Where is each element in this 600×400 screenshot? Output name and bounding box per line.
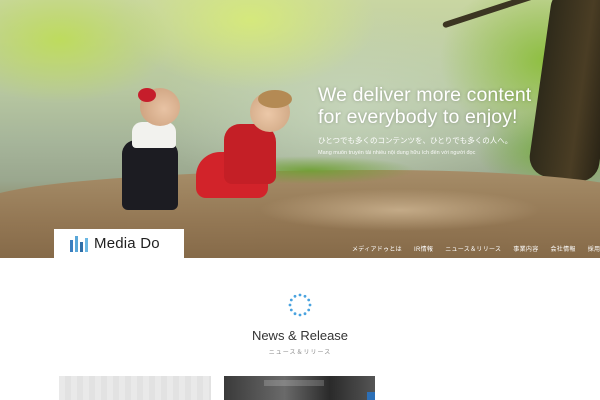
hero-subtitle-vn: Mang muốn truyền tải nhiều nội dung hữu … <box>318 150 476 156</box>
section-title: News & Release <box>251 328 349 343</box>
nav-item-company[interactable]: 会社情報 <box>551 244 576 253</box>
hero-subtitle-jp: ひとつでも多くのコンテンツを、ひとりでも多くの人へ。 <box>318 136 513 145</box>
loading-spinner-icon <box>288 293 312 317</box>
news-card-thumbnail[interactable] <box>59 376 211 400</box>
hero-text-block: We deliver more content for everybody to… <box>318 84 598 156</box>
nav-item-ir[interactable]: IR情報 <box>414 244 433 253</box>
tree-branch-decoration <box>442 0 558 29</box>
hero-banner: We deliver more content for everybody to… <box>0 0 600 258</box>
thumbnail-badge <box>367 392 375 400</box>
nav-item-news[interactable]: ニュース＆リリース <box>445 244 501 253</box>
thumbnail-highlight <box>264 380 324 386</box>
logo-text: Media Do <box>94 235 160 252</box>
site-logo-link[interactable]: Media Do <box>54 229 184 258</box>
hero-child-right <box>196 90 292 202</box>
news-card-thumbnail[interactable] <box>224 376 375 400</box>
nav-item-business[interactable]: 事業内容 <box>513 244 538 253</box>
nav-item-about[interactable]: メディアドゥとは <box>352 244 402 253</box>
main-nav: メディアドゥとは IR情報 ニュース＆リリース 事業内容 会社情報 採用情報 <box>352 244 600 253</box>
nav-item-recruit[interactable]: 採用情報 <box>588 244 600 253</box>
hero-child-left <box>118 88 188 210</box>
hero-headline-line1: We deliver more content <box>318 84 532 106</box>
hero-headline-line2: for everybody to enjoy! <box>318 106 518 128</box>
bars-logo-icon <box>70 235 88 252</box>
section-subtitle: ニュース＆リリース <box>268 350 332 356</box>
